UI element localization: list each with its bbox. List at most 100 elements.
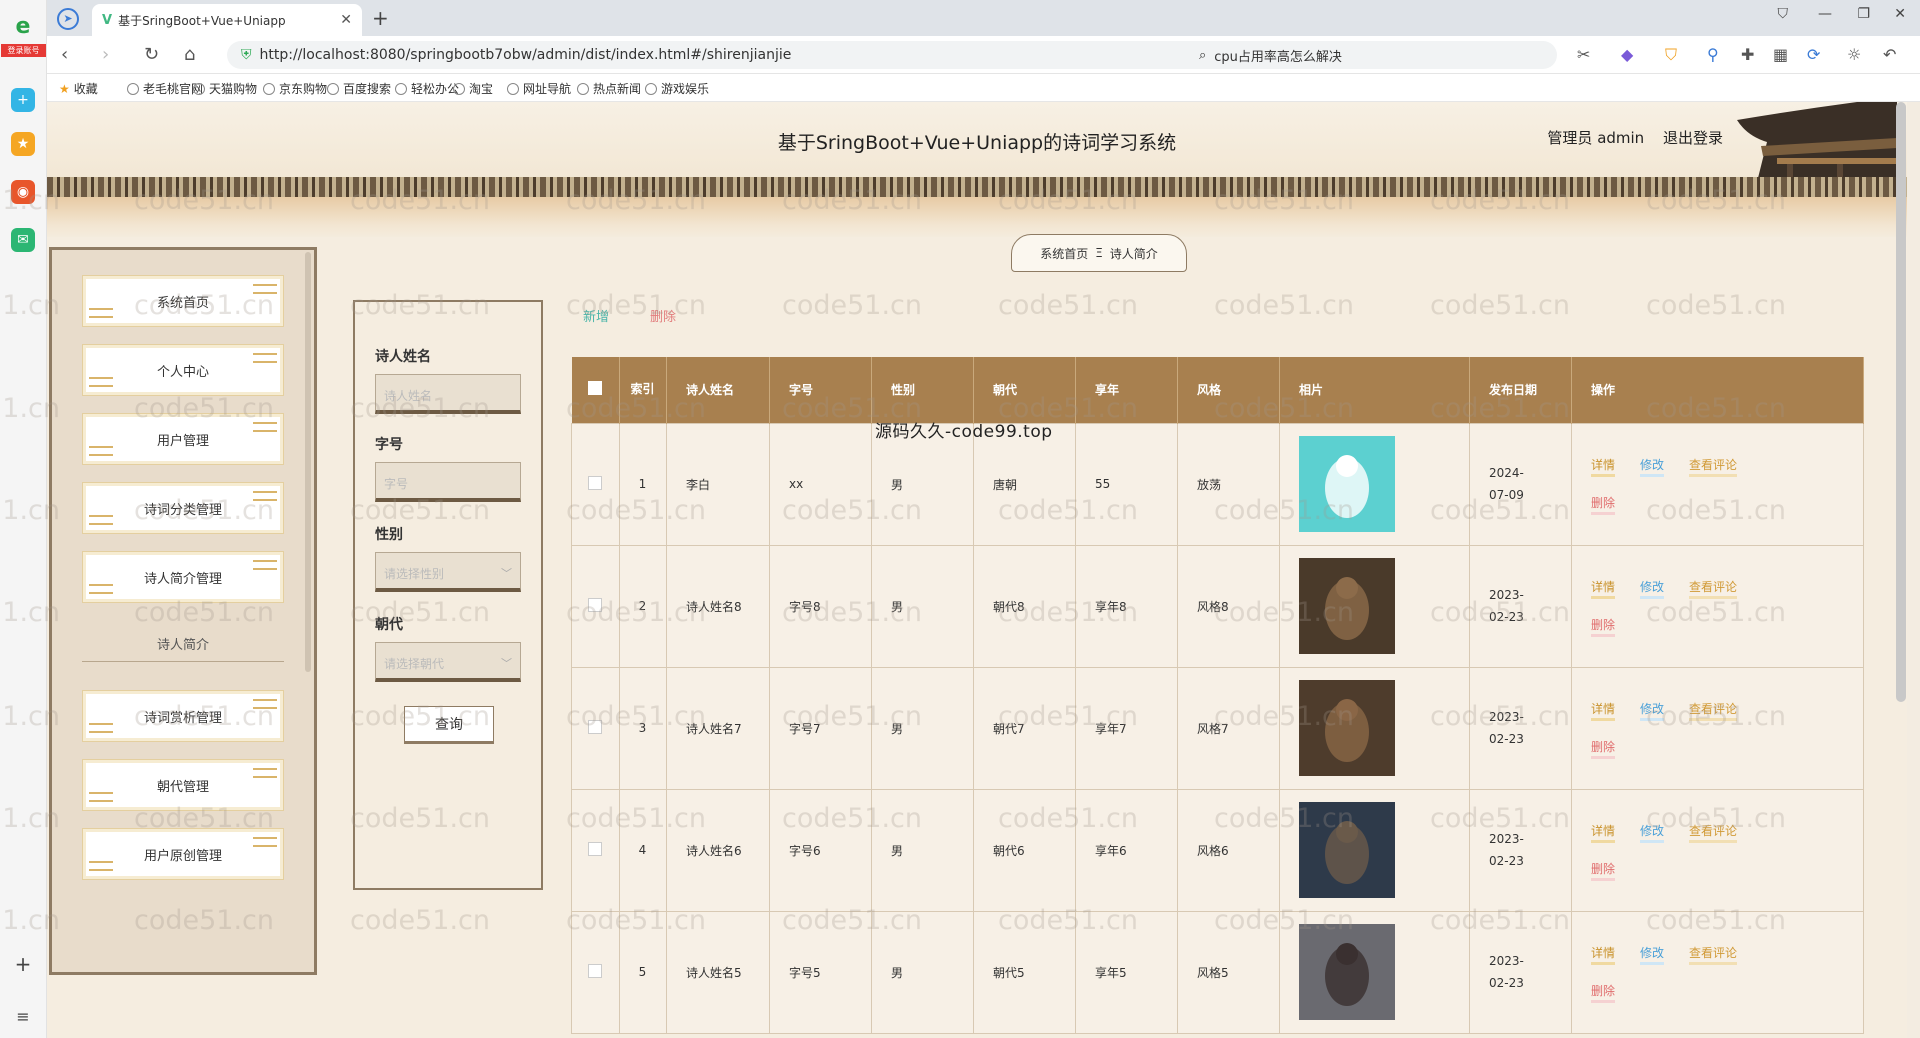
edit-button[interactable]: 修改	[1640, 578, 1665, 599]
detail-button[interactable]: 详情	[1591, 822, 1616, 843]
scissors-icon[interactable]: ✂	[1577, 45, 1590, 64]
delete-row-button[interactable]: 删除	[1591, 860, 1616, 881]
edit-button[interactable]: 修改	[1640, 822, 1665, 843]
sidebar-subitem-poet-intro[interactable]: 诗人简介	[82, 626, 284, 662]
zihao-input[interactable]: 字号	[375, 462, 521, 502]
batch-delete-button[interactable]: 删除	[650, 306, 676, 325]
sidebar-item-poets[interactable]: 诗人简介管理	[82, 551, 284, 603]
bookmark-item[interactable]: 百度搜索	[327, 80, 391, 97]
rail-add-icon[interactable]: +	[11, 952, 35, 976]
poet-photo[interactable]	[1299, 436, 1395, 532]
bookmark-item[interactable]: 热点新闻	[577, 80, 641, 97]
grid-icon[interactable]: ▦	[1773, 45, 1788, 64]
query-button[interactable]: 查询	[404, 706, 494, 744]
back-icon[interactable]: ‹	[61, 44, 68, 65]
bookmark-item[interactable]: 天猫购物	[193, 80, 257, 97]
compass-icon[interactable]: ➤	[57, 8, 79, 30]
delete-row-button[interactable]: 删除	[1591, 494, 1616, 515]
bookmark-item[interactable]: 老毛桃官网	[127, 80, 203, 97]
sidebar-item-dynasties[interactable]: 朝代管理	[82, 759, 284, 811]
bookmark-item[interactable]: ★ 收藏	[59, 80, 98, 97]
new-tab-icon[interactable]: +	[372, 6, 389, 30]
detail-button[interactable]: 详情	[1591, 456, 1616, 477]
edit-button[interactable]: 修改	[1640, 700, 1665, 721]
poet-photo[interactable]	[1299, 558, 1395, 654]
forward-icon[interactable]: ›	[102, 44, 109, 65]
view-comments-button[interactable]: 查看评论	[1689, 700, 1738, 721]
dynasty-select[interactable]: 请选择朝代 ﹀	[375, 642, 521, 682]
sidebar-item-home[interactable]: 系统首页	[82, 275, 284, 327]
bookmark-item[interactable]: 淘宝	[453, 80, 493, 97]
sidebar-item-poem-categories[interactable]: 诗词分类管理	[82, 482, 284, 534]
browser-tab[interactable]: V 基于SringBoot+Vue+Uniapp ✕	[92, 4, 362, 36]
row-checkbox[interactable]	[571, 910, 620, 1034]
sidebar-item-user-originals[interactable]: 用户原创管理	[82, 828, 284, 880]
puzzle-icon[interactable]: ✚	[1741, 45, 1754, 64]
view-comments-button[interactable]: 查看评论	[1689, 822, 1738, 843]
bookmark-item[interactable]: 网址导航	[507, 80, 571, 97]
bookmark-item[interactable]: 游戏娱乐	[645, 80, 709, 97]
close-tab-icon[interactable]: ✕	[340, 12, 352, 28]
home-icon[interactable]: ⌂	[184, 44, 195, 65]
poet-name-input[interactable]: 诗人姓名	[375, 374, 521, 414]
star-icon[interactable]: ★	[11, 132, 35, 156]
poet-photo[interactable]	[1299, 924, 1395, 1020]
tshirt-icon[interactable]: ⛉	[1778, 6, 1789, 22]
row-age: 享年5	[1075, 910, 1178, 1034]
gender-select[interactable]: 请选择性别 ﹀	[375, 552, 521, 592]
page-scrollbar[interactable]	[1896, 102, 1906, 702]
address-bar[interactable]: ⛨ http://localhost:8080/springbootb7obw/…	[227, 41, 1217, 69]
row-checkbox[interactable]	[571, 544, 620, 668]
restore-icon[interactable]: ❐	[1857, 6, 1870, 22]
detail-button[interactable]: 详情	[1591, 944, 1616, 965]
mail-icon[interactable]: ✉	[11, 228, 35, 252]
edit-button[interactable]: 修改	[1640, 456, 1665, 477]
delete-row-button[interactable]: 删除	[1591, 982, 1616, 1003]
sidebar-item-profile[interactable]: 个人中心	[82, 344, 284, 396]
edit-button[interactable]: 修改	[1640, 944, 1665, 965]
detail-button[interactable]: 详情	[1591, 700, 1616, 721]
close-window-icon[interactable]: ✕	[1894, 6, 1906, 22]
sidebar-item-poem-analysis[interactable]: 诗词赏析管理	[82, 690, 284, 742]
row-checkbox[interactable]	[571, 422, 620, 546]
bookmark-item[interactable]: 轻松办公	[395, 80, 459, 97]
extension-icon[interactable]: ◆	[1621, 45, 1633, 64]
login-badge[interactable]: 登录账号	[1, 44, 46, 57]
reload-icon[interactable]: ↻	[144, 44, 159, 65]
bookmark-item[interactable]: 京东购物	[263, 80, 327, 97]
view-comments-button[interactable]: 查看评论	[1689, 944, 1738, 965]
brightness-icon[interactable]: ☼	[1847, 45, 1861, 64]
gender-select-placeholder: 请选择性别	[384, 567, 445, 581]
eye-icon[interactable]: ◉	[11, 180, 35, 204]
poet-photo[interactable]	[1299, 680, 1395, 776]
view-comments-button[interactable]: 查看评论	[1689, 578, 1738, 599]
row-checkbox[interactable]	[571, 788, 620, 912]
logout-link[interactable]: 退出登录	[1663, 129, 1723, 147]
poet-photo[interactable]	[1299, 802, 1395, 898]
table-row: 5 诗人姓名5 字号5 男朝代5 享年5 风格5 2023-02-23 详情 修改 查看评论 删除	[571, 910, 1864, 1034]
add-button[interactable]: 新增	[583, 306, 609, 325]
select-all-checkbox[interactable]	[571, 357, 620, 423]
row-gender: 男	[871, 666, 974, 790]
delete-row-button[interactable]: 删除	[1591, 738, 1616, 759]
sidebar-item-users[interactable]: 用户管理	[82, 413, 284, 465]
delete-row-button[interactable]: 删除	[1591, 616, 1616, 637]
shield-icon[interactable]: ⛉	[1665, 45, 1677, 65]
undo-icon[interactable]: ↶	[1883, 45, 1896, 64]
sidebar-scrollbar[interactable]	[305, 252, 311, 672]
browser-search-box[interactable]: ⌕ cpu占用率高怎么解决	[1187, 41, 1557, 69]
breadcrumb-home[interactable]: 系统首页	[1040, 245, 1088, 262]
breadcrumb: 系统首页 Ξ 诗人简介	[1011, 234, 1187, 272]
sync-icon[interactable]: ⟳	[1807, 45, 1820, 64]
tab-title: 基于SringBoot+Vue+Uniapp	[118, 13, 286, 28]
bookmark-label: 淘宝	[469, 82, 494, 96]
add-app-icon[interactable]: +	[11, 88, 35, 112]
row-checkbox[interactable]	[571, 666, 620, 790]
minimize-icon[interactable]: —	[1818, 6, 1832, 22]
rail-menu-icon[interactable]: ≡	[11, 1004, 35, 1028]
view-comments-button[interactable]: 查看评论	[1689, 456, 1738, 477]
row-poet-name: 诗人姓名5	[666, 910, 770, 1034]
magnifier-icon[interactable]: ⚲	[1707, 45, 1719, 64]
detail-button[interactable]: 详情	[1591, 578, 1616, 599]
col-photo: 相片	[1279, 357, 1470, 423]
